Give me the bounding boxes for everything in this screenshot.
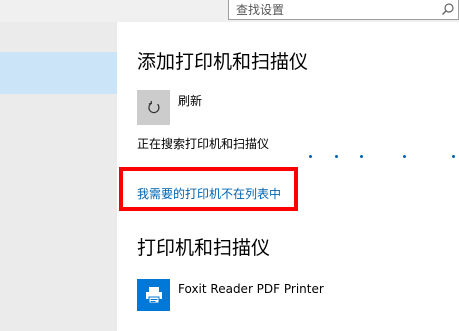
printer-not-listed-link[interactable]: 我需要的打印机不在列表中: [137, 185, 281, 202]
search-icon[interactable]: [441, 2, 455, 16]
sidebar-item-selected[interactable]: [0, 52, 117, 94]
progress-dot: [309, 155, 312, 158]
progress-dot: [403, 155, 406, 158]
progress-dot: [360, 155, 363, 158]
progress-dot: [452, 155, 455, 158]
search-box[interactable]: [228, 0, 459, 20]
refresh-icon: [147, 100, 160, 113]
progress-dot: [335, 155, 338, 158]
printer-item-name[interactable]: Foxit Reader PDF Printer: [178, 282, 324, 296]
printer-icon: [145, 287, 162, 304]
refresh-label[interactable]: 刷新: [178, 92, 202, 109]
add-printers-heading: 添加打印机和扫描仪: [137, 51, 309, 73]
printers-heading: 打印机和扫描仪: [137, 237, 271, 259]
refresh-button[interactable]: [137, 90, 170, 125]
search-input[interactable]: [236, 2, 426, 18]
searching-status-text: 正在搜索打印机和扫描仪: [137, 137, 270, 151]
settings-sidebar: [0, 22, 117, 331]
printer-item-icon-tile[interactable]: [137, 279, 170, 311]
